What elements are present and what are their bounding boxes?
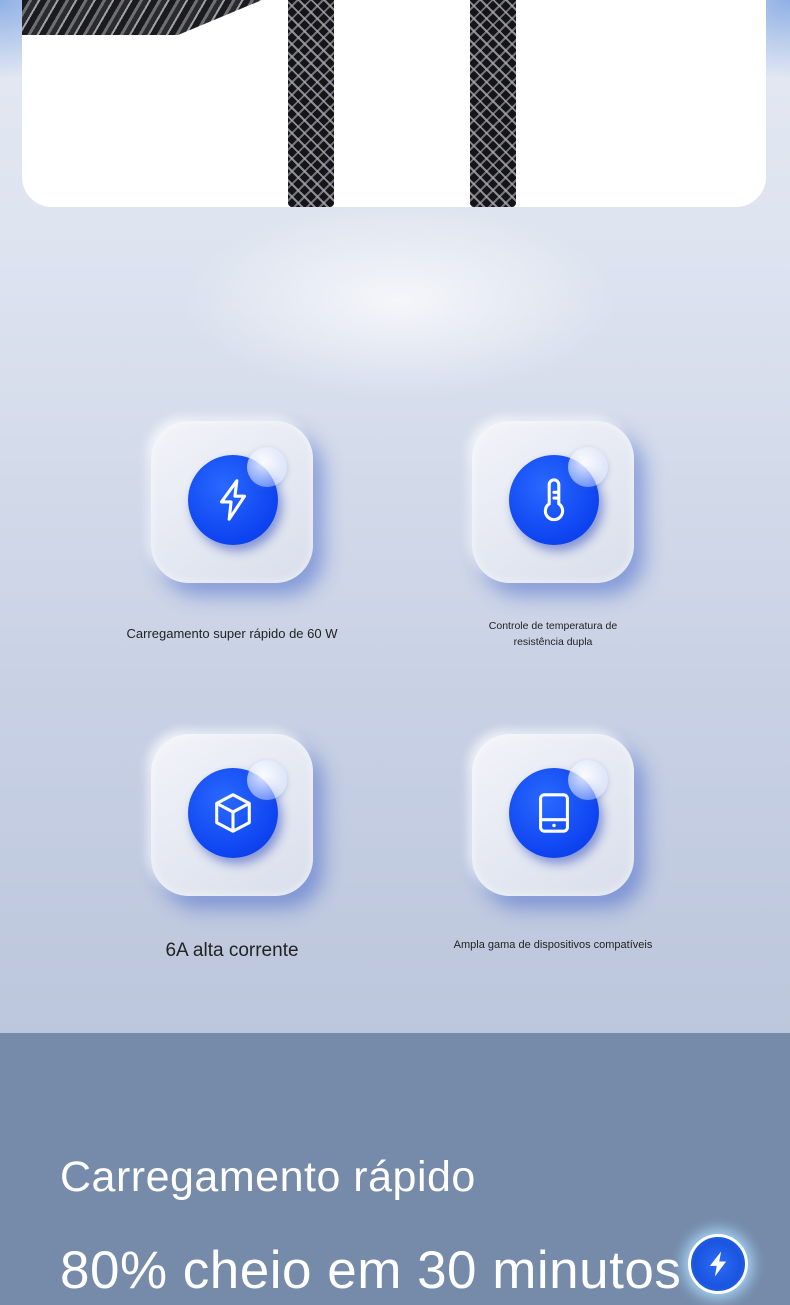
braided-cable-right (470, 0, 516, 207)
tablet-icon (539, 793, 569, 833)
feature-fast-charging: Carregamento super rápido de 60 W (112, 421, 352, 641)
feature-tile (151, 734, 313, 896)
promo-subline: 80% cheio em 30 minutos (60, 1241, 682, 1300)
feature-high-current: 6A alta corrente (112, 734, 352, 962)
glass-bubble (247, 447, 287, 487)
feature-label: 6A alta corrente (165, 940, 299, 961)
braided-cable-left (288, 0, 334, 207)
feature-label: Carregamento super rápido de 60 W (126, 626, 338, 641)
feature-tile (472, 734, 634, 896)
cube-icon (215, 793, 251, 833)
glass-bubble (247, 760, 287, 800)
glass-bubble (568, 447, 608, 487)
feature-label: Controle de temperatura de resistência d… (488, 620, 618, 648)
lightning-badge-icon (688, 1234, 748, 1294)
thermometer-icon (543, 478, 565, 522)
feature-temperature-control: Controle de temperatura de resistência d… (433, 421, 673, 650)
promo-headline: Carregamento rápido (60, 1153, 476, 1201)
glass-bubble (568, 760, 608, 800)
feature-tile (151, 421, 313, 583)
feature-tile (472, 421, 634, 583)
background-glow (180, 200, 620, 400)
braided-cable-texture (22, 0, 262, 35)
feature-compatibility: Ampla gama de dispositivos compatíveis (433, 734, 673, 951)
feature-label: Ampla gama de dispositivos compatíveis (453, 939, 653, 951)
lightning-icon (219, 479, 247, 521)
product-image-card (22, 0, 766, 207)
